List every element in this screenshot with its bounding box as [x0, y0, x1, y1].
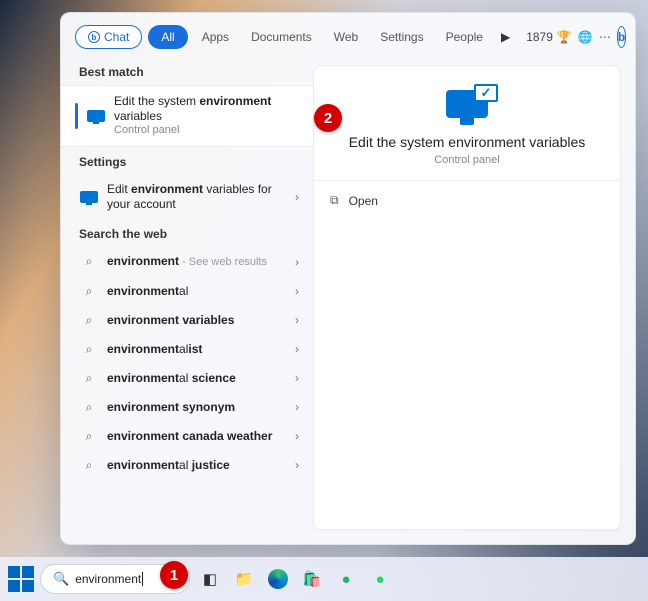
file-explorer-icon[interactable]: 📁: [230, 565, 258, 593]
chevron-right-icon: ›: [295, 255, 299, 269]
annotation-step-1: 1: [160, 561, 188, 589]
start-button[interactable]: [8, 566, 34, 592]
best-match-sub: Control panel: [114, 124, 305, 138]
rewards-points[interactable]: 1879 🏆: [526, 30, 572, 44]
chevron-right-icon: ›: [295, 284, 299, 298]
search-icon: ⌕: [79, 429, 99, 444]
search-icon: 🔍: [53, 571, 69, 587]
web-item-label: environmental justice: [107, 458, 287, 473]
settings-result-item[interactable]: Edit environment variables for your acco…: [61, 175, 313, 219]
preview-sub: Control panel: [434, 154, 499, 166]
settings-item-label: Edit environment variables for your acco…: [107, 182, 287, 212]
bing-chat-icon: b: [88, 31, 100, 43]
chevron-right-icon: ›: [295, 400, 299, 414]
monitor-icon: [79, 191, 99, 203]
web-item-label: environment variables: [107, 313, 287, 328]
tab-chat-label: Chat: [104, 30, 129, 44]
search-tabs: b Chat All Apps Documents Web Settings P…: [61, 13, 635, 57]
open-label: Open: [349, 194, 378, 208]
best-match-title: Edit the system environment variables: [114, 94, 305, 124]
open-icon: ⧉: [330, 193, 339, 208]
more-options-icon[interactable]: ⋯: [599, 30, 611, 44]
chevron-right-icon: ›: [295, 371, 299, 385]
section-best-match: Best match: [61, 57, 313, 85]
search-query-text: environment: [75, 572, 143, 586]
web-result-item[interactable]: ⌕ environmentalist ›: [61, 335, 313, 364]
tab-documents[interactable]: Documents: [243, 26, 320, 48]
chevron-right-icon: ›: [295, 313, 299, 327]
preview-title: Edit the system environment variables: [349, 134, 586, 150]
task-view-icon[interactable]: ◧: [196, 565, 224, 593]
web-item-label: environment canada weather: [107, 429, 287, 444]
web-result-item[interactable]: ⌕ environment - See web results ›: [61, 247, 313, 277]
tab-all[interactable]: All: [148, 25, 187, 49]
tab-web[interactable]: Web: [326, 26, 366, 48]
web-item-label: environment - See web results: [107, 254, 287, 270]
tab-settings[interactable]: Settings: [372, 26, 431, 48]
monitor-large-icon: ✓: [446, 90, 488, 118]
whatsapp-icon[interactable]: ●: [366, 565, 394, 593]
edge-icon[interactable]: [264, 565, 292, 593]
search-icon: ⌕: [79, 313, 99, 328]
chevron-right-icon: ›: [295, 429, 299, 443]
web-item-label: environmental: [107, 284, 287, 299]
tab-people[interactable]: People: [438, 26, 491, 48]
tab-apps[interactable]: Apps: [194, 26, 237, 48]
chevron-right-icon: ›: [295, 458, 299, 472]
chevron-right-icon: ›: [295, 342, 299, 356]
search-icon: ⌕: [79, 284, 99, 299]
web-result-item[interactable]: ⌕ environment canada weather ›: [61, 422, 313, 451]
annotation-step-2: 2: [314, 104, 342, 132]
section-web: Search the web: [61, 219, 313, 247]
selection-indicator: [75, 103, 78, 129]
monitor-icon: [86, 110, 106, 122]
language-icon[interactable]: 🌐: [578, 30, 593, 44]
best-match-item[interactable]: Edit the system environment variables Co…: [61, 85, 313, 147]
chevron-right-icon: ›: [295, 190, 299, 204]
search-icon: ⌕: [79, 400, 99, 415]
search-icon: ⌕: [79, 254, 99, 269]
preview-pane: ✓ Edit the system environment variables …: [313, 65, 621, 530]
checkmark-icon: ✓: [474, 84, 498, 102]
search-icon: ⌕: [79, 371, 99, 386]
store-icon[interactable]: 🛍️: [298, 565, 326, 593]
web-item-label: environmentalist: [107, 342, 287, 357]
section-settings: Settings: [61, 147, 313, 175]
web-result-item[interactable]: ⌕ environmental science ›: [61, 364, 313, 393]
bing-icon[interactable]: b: [617, 26, 626, 48]
spotify-icon[interactable]: ●: [332, 565, 360, 593]
web-item-label: environmental science: [107, 371, 287, 386]
taskbar: 🔍 environment ◧ 📁 🛍️ ● ●: [0, 557, 648, 601]
more-tabs-icon[interactable]: ▶: [497, 30, 514, 44]
web-result-item[interactable]: ⌕ environmental justice ›: [61, 451, 313, 480]
trophy-icon: 🏆: [557, 30, 572, 44]
results-list: Best match Edit the system environment v…: [61, 57, 313, 544]
search-flyout: b Chat All Apps Documents Web Settings P…: [60, 12, 636, 545]
tab-chat[interactable]: b Chat: [75, 25, 142, 49]
search-icon: ⌕: [79, 458, 99, 473]
web-result-item[interactable]: ⌕ environmental ›: [61, 277, 313, 306]
web-result-item[interactable]: ⌕ environment synonym ›: [61, 393, 313, 422]
web-result-item[interactable]: ⌕ environment variables ›: [61, 306, 313, 335]
search-icon: ⌕: [79, 342, 99, 357]
rewards-count: 1879: [526, 30, 553, 44]
web-item-label: environment synonym: [107, 400, 287, 415]
open-action[interactable]: ⧉ Open: [314, 181, 620, 220]
